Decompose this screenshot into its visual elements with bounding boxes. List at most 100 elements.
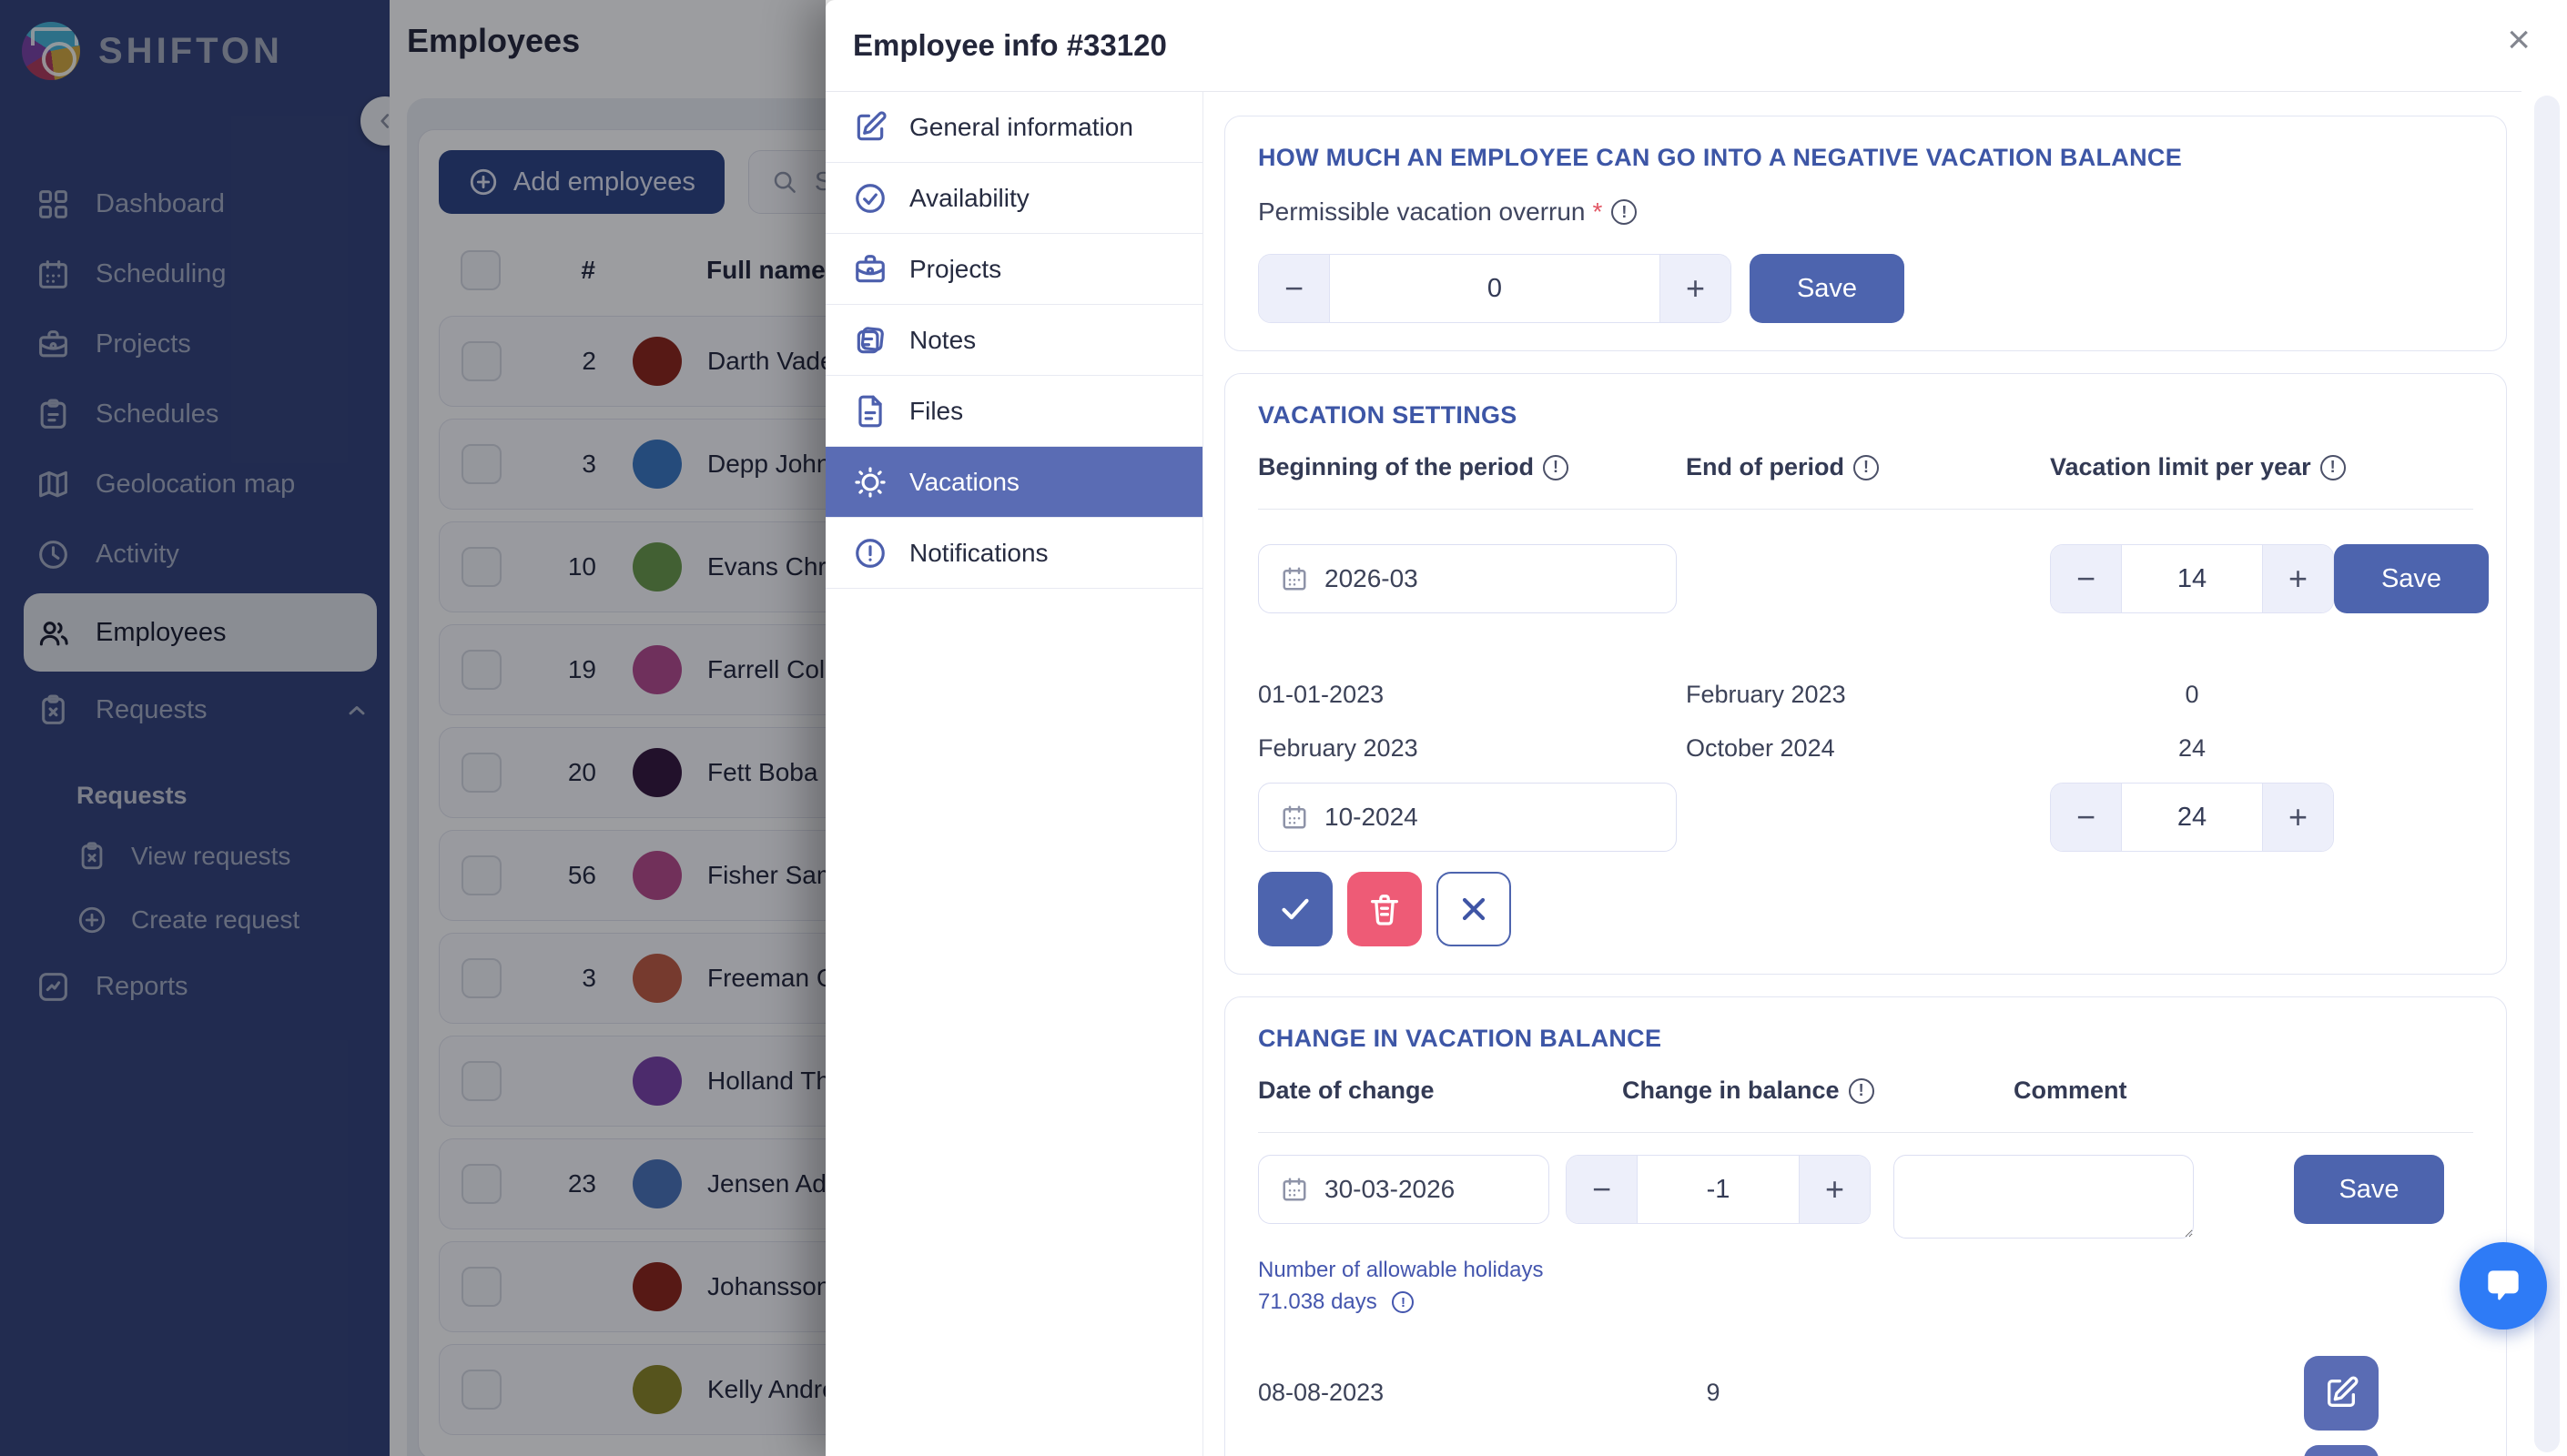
- tab-projects[interactable]: Projects: [826, 234, 1202, 305]
- change-stepper: − -1 +: [1566, 1155, 1871, 1224]
- close-icon[interactable]: ×: [2507, 20, 2531, 60]
- edit-history-button[interactable]: [2304, 1355, 2379, 1431]
- limit-value[interactable]: 14: [2122, 545, 2262, 612]
- check-circle-icon: [856, 183, 885, 213]
- edit-icon: [857, 110, 887, 140]
- column-header-change: Change in balance: [1622, 1077, 2014, 1105]
- tab-availability[interactable]: Availability: [826, 163, 1202, 234]
- save-button[interactable]: Save: [1750, 254, 1904, 323]
- info-icon: [1848, 1077, 1874, 1104]
- modal-body: General information Availability Project…: [826, 92, 2567, 1456]
- column-header-end: End of period: [1686, 453, 2050, 481]
- calendar-icon: [1283, 805, 1306, 829]
- cancel-button[interactable]: [1436, 872, 1511, 946]
- modal-nav: General information Availability Project…: [826, 92, 1203, 1456]
- balance-history-row: 04-09-2023 -2 vacation request was confi…: [1258, 1444, 2473, 1456]
- period-limit: 0: [2185, 681, 2199, 708]
- scrollbar[interactable]: [2534, 96, 2560, 1452]
- delete-button[interactable]: [1347, 872, 1422, 946]
- period-begin: February 2023: [1258, 734, 1418, 762]
- alert-circle-icon: [856, 538, 885, 568]
- vacation-columns-header: Beginning of the period End of period Va…: [1258, 453, 2473, 481]
- period-begin: 01-01-2023: [1258, 681, 1385, 708]
- vacation-settings-card: VACATION SETTINGS Beginning of the perio…: [1224, 373, 2507, 975]
- tab-label: Files: [909, 396, 964, 425]
- decrement-button[interactable]: −: [2051, 784, 2122, 851]
- confirm-button[interactable]: [1258, 872, 1333, 946]
- tab-label: General information: [909, 112, 1133, 141]
- change-value[interactable]: -1: [1638, 1156, 1799, 1223]
- sun-icon: [855, 466, 886, 498]
- change-date-input[interactable]: 30-03-2026: [1258, 1155, 1549, 1224]
- column-header-comment: Comment: [2014, 1077, 2127, 1105]
- limit-controls: − 14 + Save: [2050, 544, 2505, 613]
- begin-period-value: 2026-03: [1324, 564, 1418, 592]
- tab-label: Notes: [909, 325, 977, 354]
- check-icon: [1277, 891, 1314, 927]
- modal-content: HOW MUCH AN EMPLOYEE CAN GO INTO A NEGAT…: [1203, 92, 2567, 1456]
- increment-button[interactable]: +: [2262, 784, 2333, 851]
- edit-limit-controls: − 24 +: [2050, 783, 2473, 852]
- tab-notes[interactable]: Notes: [826, 305, 1202, 376]
- history-date: 08-08-2023: [1258, 1379, 1385, 1407]
- edit-limit-stepper: − 24 +: [2050, 783, 2334, 852]
- change-date-value: 30-03-2026: [1324, 1175, 1456, 1203]
- column-header-label: Vacation limit per year: [2050, 453, 2311, 480]
- begin-period-input[interactable]: 2026-03: [1258, 544, 1677, 613]
- period-limit: 24: [2177, 734, 2207, 762]
- increment-button[interactable]: +: [1799, 1156, 1870, 1223]
- tab-label: Availability: [909, 183, 1030, 212]
- tab-files[interactable]: Files: [826, 376, 1202, 447]
- edit-period-value: 10-2024: [1324, 803, 1418, 831]
- save-button[interactable]: Save: [2294, 1155, 2444, 1224]
- tab-label: Projects: [909, 254, 1002, 283]
- chat-bubble-icon: [2488, 1270, 2519, 1300]
- calendar-icon: [1283, 567, 1306, 591]
- tab-notifications[interactable]: Notifications: [826, 518, 1202, 589]
- modal-header: Employee info #33120 ×: [826, 0, 2567, 92]
- required-mark: *: [1592, 197, 1603, 226]
- increment-button[interactable]: +: [2262, 545, 2333, 612]
- info-icon: [1392, 1291, 1415, 1314]
- section-heading: VACATION SETTINGS: [1258, 401, 1517, 429]
- column-header-limit: Vacation limit per year: [2050, 453, 2473, 481]
- increment-button[interactable]: +: [1659, 255, 1730, 322]
- tab-vacations[interactable]: Vacations: [826, 447, 1202, 518]
- edit-limit-value[interactable]: 24: [2122, 784, 2262, 851]
- trash-icon: [1370, 895, 1399, 925]
- vacation-edit-row: 10-2024 − 24 +: [1258, 783, 2473, 852]
- column-header-label: Comment: [2014, 1077, 2127, 1104]
- info-icon: [1852, 454, 1879, 480]
- vacation-period-row: February 2023 October 2024 24: [1258, 722, 2473, 775]
- column-header-label: Beginning of the period: [1258, 453, 1534, 480]
- x-icon: [1456, 891, 1492, 927]
- balance-card: CHANGE IN VACATION BALANCE Date of chang…: [1224, 996, 2507, 1456]
- decrement-button[interactable]: −: [1259, 255, 1330, 322]
- column-header-begin: Beginning of the period: [1258, 453, 1686, 481]
- period-end: February 2023: [1686, 681, 1846, 708]
- employee-info-modal: Employee info #33120 × General informati…: [826, 0, 2567, 1456]
- modal-backdrop[interactable]: [0, 0, 826, 1456]
- divider: [1258, 509, 2473, 510]
- edit-actions: [1258, 872, 2473, 946]
- decrement-button[interactable]: −: [1567, 1156, 1638, 1223]
- modal-title: Employee info #33120: [853, 28, 1167, 62]
- notes-icon: [857, 326, 885, 353]
- decrement-button[interactable]: −: [2051, 545, 2122, 612]
- app-screen: SHIFTON Dashboard Scheduling Projects Sc…: [0, 0, 2567, 1456]
- balance-form-row: 30-03-2026 − -1 + Save: [1258, 1155, 2473, 1239]
- section-heading: HOW MUCH AN EMPLOYEE CAN GO INTO A NEGAT…: [1258, 144, 2183, 171]
- chat-fab-button[interactable]: [2460, 1242, 2547, 1330]
- edit-period-input[interactable]: 10-2024: [1258, 783, 1677, 852]
- overrun-controls: − 0 + Save: [1258, 254, 2473, 323]
- info-icon: [1611, 199, 1638, 225]
- balance-columns-header: Date of change Change in balance Comment: [1258, 1077, 2473, 1105]
- comment-input[interactable]: [1893, 1155, 2194, 1239]
- overrun-value[interactable]: 0: [1330, 255, 1659, 322]
- save-button[interactable]: Save: [2334, 544, 2489, 613]
- edit-history-button[interactable]: [2304, 1444, 2379, 1456]
- tab-general-information[interactable]: General information: [826, 92, 1202, 163]
- edit-icon: [2328, 1376, 2359, 1407]
- vacation-period-row: 01-01-2023 February 2023 0: [1258, 668, 2473, 722]
- column-header-date: Date of change: [1258, 1077, 1622, 1105]
